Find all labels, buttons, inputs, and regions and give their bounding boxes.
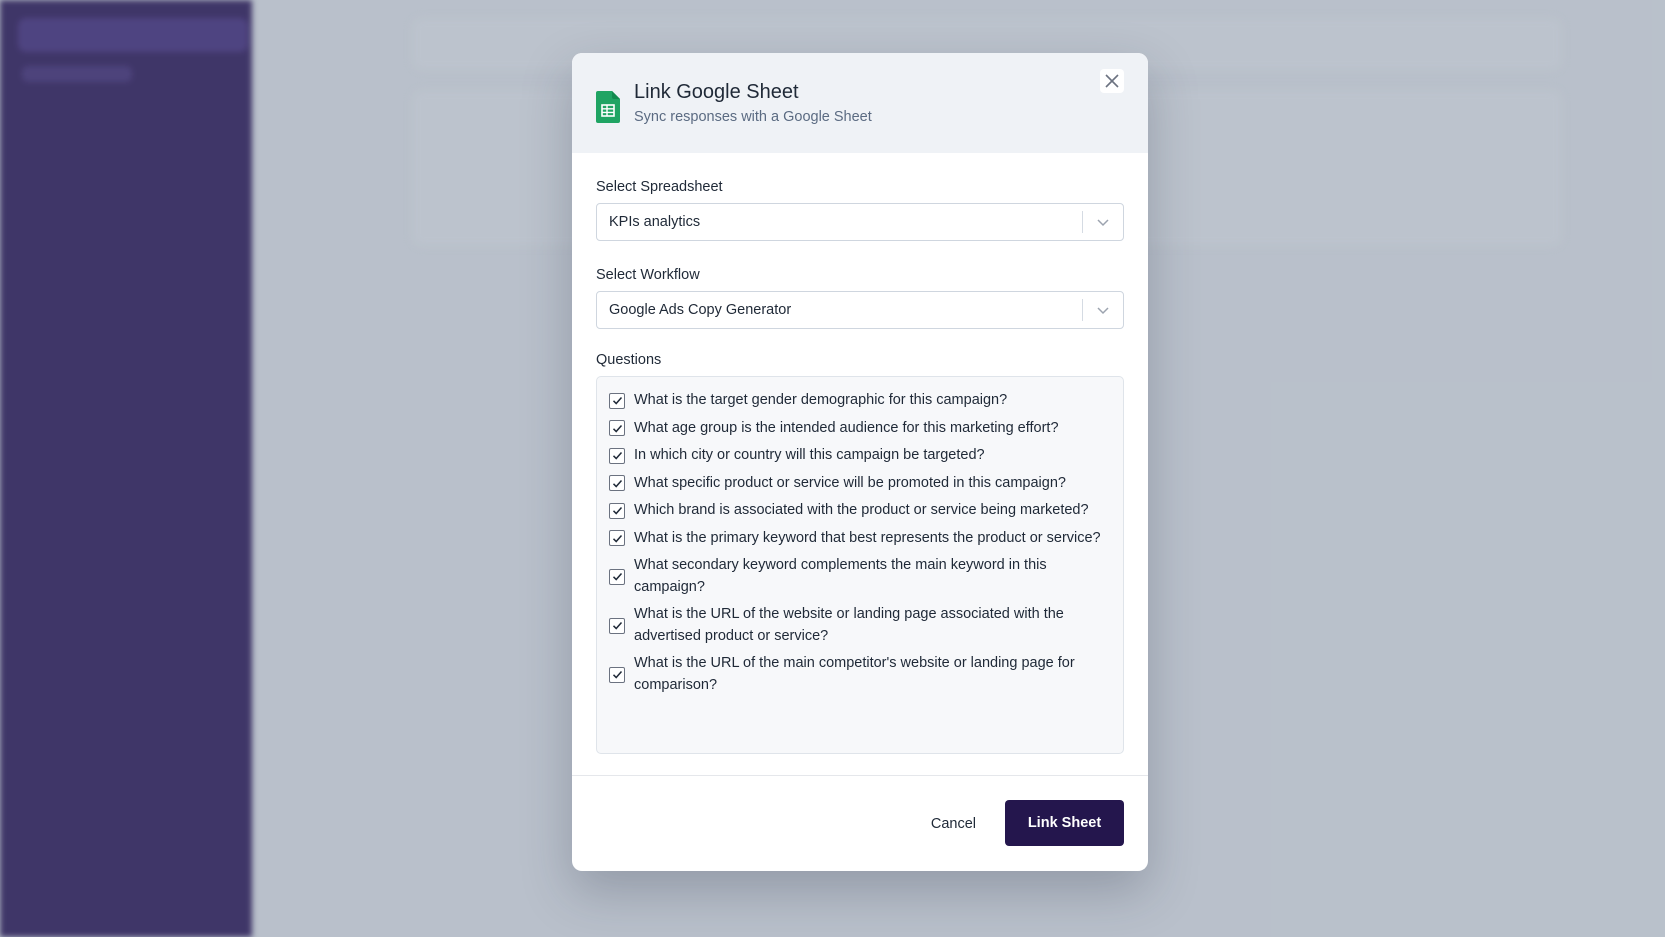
question-checkbox[interactable] (609, 617, 625, 634)
dialog-header: Link Google Sheet Sync responses with a … (572, 53, 1148, 153)
spreadsheet-label: Select Spreadsheet (596, 179, 723, 195)
check-icon (612, 534, 622, 543)
chevron-down-icon[interactable] (1083, 215, 1123, 229)
question-checkbox[interactable] (609, 502, 625, 519)
question-text: What is the URL of the main competitor's… (634, 655, 1075, 693)
questions-list: What is the target gender demographic fo… (596, 376, 1124, 754)
check-icon (612, 452, 622, 460)
question-text: In which city or country will this campa… (634, 447, 985, 463)
question-checkbox[interactable] (609, 447, 625, 464)
close-icon (1105, 74, 1119, 88)
check-icon (612, 622, 622, 630)
question-checkbox[interactable] (609, 420, 625, 437)
check-icon (612, 507, 622, 515)
question-checkbox[interactable] (609, 568, 625, 585)
question-checkbox[interactable] (609, 666, 625, 683)
link-sheet-dialog: Link Google Sheet Sync responses with a … (572, 53, 1148, 871)
spreadsheet-select[interactable]: KPIs analytics (596, 203, 1124, 241)
question-text: What is the primary keyword that best re… (634, 529, 1101, 546)
workflow-label: Select Workflow (596, 267, 700, 283)
question-item: What is the primary keyword that best re… (609, 528, 1111, 550)
workflow-select[interactable]: Google Ads Copy Generator (596, 291, 1124, 329)
question-item: What age group is the intended audience … (609, 418, 1111, 440)
question-item: What secondary keyword complements the m… (609, 555, 1111, 598)
chevron-down-icon[interactable] (1083, 303, 1123, 317)
dialog-body: Select Spreadsheet KPIs analytics Select… (572, 153, 1148, 754)
link-sheet-button[interactable]: Link Sheet (1005, 800, 1124, 846)
question-text: What specific product or service will be… (634, 474, 1066, 491)
question-item: What specific product or service will be… (609, 473, 1111, 495)
questions-label: Questions (596, 352, 662, 368)
question-checkbox[interactable] (609, 530, 625, 547)
question-text: What is the target gender demographic fo… (634, 392, 1008, 408)
question-text: What is the URL of the website or landin… (634, 606, 1064, 644)
question-item: What is the URL of the website or landin… (609, 604, 1111, 647)
question-text: What age group is the intended audience … (634, 419, 1059, 436)
workflow-select-value: Google Ads Copy Generator (609, 302, 792, 318)
question-text: Which brand is associated with the produ… (634, 502, 1089, 518)
check-icon (612, 424, 622, 433)
dialog-subtitle: Sync responses with a Google Sheet (634, 109, 872, 125)
question-text: What secondary keyword complements the m… (634, 557, 1047, 595)
question-checkbox[interactable] (609, 475, 625, 492)
dialog-footer: Cancel Link Sheet (572, 775, 1148, 871)
dialog-title: Link Google Sheet (634, 81, 799, 103)
check-icon (612, 479, 622, 488)
close-button[interactable] (1100, 69, 1124, 93)
question-item: What is the target gender demographic fo… (609, 390, 1111, 412)
check-icon (612, 671, 622, 679)
check-icon (612, 397, 622, 405)
spreadsheet-select-value: KPIs analytics (609, 214, 701, 230)
cancel-button[interactable]: Cancel (925, 815, 982, 833)
google-sheets-icon (596, 91, 620, 123)
question-item: What is the URL of the main competitor's… (609, 653, 1111, 696)
question-item: In which city or country will this campa… (609, 445, 1111, 467)
check-icon (612, 573, 622, 581)
question-item: Which brand is associated with the produ… (609, 500, 1111, 522)
question-checkbox[interactable] (609, 392, 625, 409)
